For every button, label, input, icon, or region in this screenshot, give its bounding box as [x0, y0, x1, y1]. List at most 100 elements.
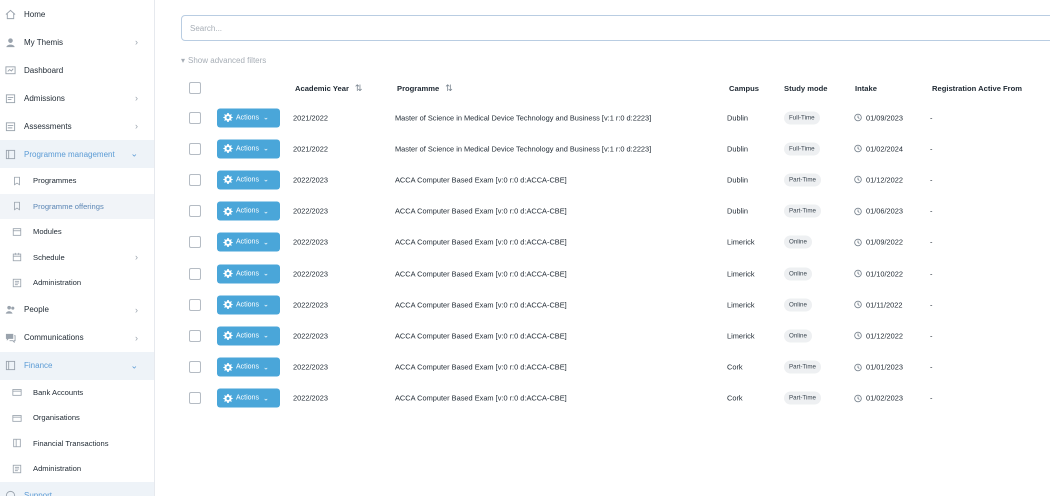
sort-icon[interactable]: ⇅	[445, 83, 453, 94]
intake-cell: 01/12/2022	[854, 331, 903, 340]
academic-year-cell: 2022/2023	[293, 300, 328, 310]
search-input[interactable]	[181, 15, 1050, 41]
sidebar-item-label: Schedule	[33, 252, 65, 262]
clock-icon	[854, 144, 862, 153]
home-icon	[4, 8, 16, 20]
intake-cell: 01/01/2023	[854, 363, 903, 372]
chevron-right-icon: ›	[135, 252, 138, 263]
column-header-academic-year[interactable]: Academic Year ⇅	[295, 78, 362, 98]
gear-icon	[223, 237, 233, 247]
row-checkbox[interactable]	[189, 267, 201, 280]
sidebar-item-organisations[interactable]: Organisations	[0, 405, 154, 431]
actions-button[interactable]: Actions ⌄	[217, 295, 280, 315]
sidebar-item-assessments[interactable]: Assessments ›	[0, 112, 154, 140]
sidebar-item-communications[interactable]: Communications ›	[0, 324, 154, 352]
sidebar-item-dashboard[interactable]: Dashboard	[0, 56, 154, 84]
actions-button[interactable]: Actions ⌄	[217, 388, 280, 408]
row-checkbox[interactable]	[189, 205, 201, 218]
programme-cell: ACCA Computer Based Exam [v:0 r:0 d:ACCA…	[395, 175, 567, 185]
sidebar-item-label: Organisations	[33, 413, 80, 423]
sidebar-item-bank-accounts[interactable]: Bank Accounts	[0, 380, 154, 406]
chevron-down-icon: ⌄	[262, 270, 269, 278]
campus-cell: Limerick	[727, 300, 755, 310]
study-mode-badge: Part-Time	[784, 391, 821, 405]
chevron-right-icon: ›	[135, 37, 138, 47]
row-checkbox[interactable]	[189, 111, 201, 124]
study-mode-badge: Online	[784, 267, 812, 280]
campus-cell: Dublin	[727, 175, 748, 185]
sidebar-item-programme-management[interactable]: Programme management ⌄	[0, 140, 154, 168]
actions-label: Actions	[236, 145, 259, 153]
sidebar-item-support[interactable]: Support ⌄	[0, 481, 154, 496]
chevron-down-icon: ⌄	[262, 332, 269, 340]
finance-icon	[4, 360, 16, 372]
row-checkbox[interactable]	[189, 361, 201, 374]
actions-button[interactable]: Actions ⌄	[217, 232, 280, 252]
sidebar-item-admissions[interactable]: Admissions ›	[0, 84, 154, 112]
select-all-checkbox[interactable]	[189, 82, 201, 94]
sidebar-item-label: Communications	[24, 333, 84, 342]
user-icon	[4, 36, 16, 48]
programme-cell: ACCA Computer Based Exam [v:0 r:0 d:ACCA…	[395, 393, 567, 403]
registration-active-from-cell: -	[930, 300, 933, 310]
row-checkbox[interactable]	[189, 142, 201, 155]
actions-button[interactable]: Actions ⌄	[217, 108, 280, 127]
sidebar-item-administration[interactable]: Administration	[0, 270, 154, 296]
row-checkbox[interactable]	[189, 298, 201, 311]
intake-cell: 01/02/2023	[854, 394, 903, 403]
intake-date: 01/02/2023	[866, 393, 903, 403]
campus-cell: Limerick	[727, 331, 755, 341]
sidebar-item-label: Assessments	[24, 121, 72, 131]
gear-icon	[223, 393, 233, 403]
sidebar-item-schedule[interactable]: Schedule ›	[0, 245, 154, 271]
chevron-right-icon: ›	[135, 332, 138, 343]
sidebar-item-home[interactable]: Home	[0, 0, 154, 28]
actions-button[interactable]: Actions ⌄	[217, 357, 280, 377]
actions-button[interactable]: Actions ⌄	[217, 170, 280, 190]
sidebar-item-label: My Themis	[24, 37, 63, 47]
actions-button[interactable]: Actions ⌄	[217, 326, 280, 346]
registration-active-from-cell: -	[930, 393, 933, 403]
intake-cell: 01/12/2022	[854, 175, 903, 184]
row-checkbox[interactable]	[189, 173, 201, 186]
registration-active-from-cell: -	[930, 113, 933, 122]
table-row: Actions ⌄ 2021/2022 Master of Science in Me…	[155, 102, 1050, 133]
column-header-programme[interactable]: Programme ⇅	[397, 78, 453, 98]
campus-cell: Dublin	[727, 144, 748, 154]
gear-icon	[223, 113, 233, 123]
actions-label: Actions	[236, 301, 259, 309]
sort-icon[interactable]: ⇅	[355, 83, 363, 94]
chevron-down-icon: ▾	[181, 56, 186, 65]
sidebar-item-modules[interactable]: Modules	[0, 219, 154, 245]
row-checkbox[interactable]	[189, 236, 201, 249]
academic-year-cell: 2022/2023	[293, 393, 328, 403]
people-icon	[4, 304, 16, 316]
study-mode-badge: Online	[784, 235, 812, 249]
sidebar-item-administration[interactable]: Administration	[0, 456, 154, 482]
sidebar-item-finance[interactable]: Finance ⌄	[0, 351, 154, 380]
intake-date: 01/09/2022	[866, 237, 903, 247]
sidebar-item-financial-transactions[interactable]: Financial Transactions	[0, 431, 154, 457]
programme-cell: ACCA Computer Based Exam [v:0 r:0 d:ACCA…	[395, 331, 567, 341]
study-mode-badge: Part-Time	[784, 204, 821, 218]
academic-year-cell: 2021/2022	[293, 113, 328, 122]
actions-label: Actions	[236, 238, 259, 246]
actions-button[interactable]: Actions ⌄	[217, 139, 280, 159]
programme-management-icon	[4, 148, 16, 160]
actions-button[interactable]: Actions ⌄	[217, 264, 280, 283]
row-checkbox[interactable]	[189, 329, 201, 342]
campus-cell: Cork	[727, 393, 743, 403]
sidebar-item-programme-offerings[interactable]: Programme offerings	[0, 193, 154, 219]
intake-date: 01/06/2023	[866, 206, 903, 216]
clock-icon	[854, 394, 862, 403]
sidebar-item-label: Programmes	[33, 176, 77, 186]
sidebar-item-people[interactable]: People ›	[0, 296, 154, 324]
sidebar-item-my-themis[interactable]: My Themis ›	[0, 28, 154, 56]
show-advanced-filters-link[interactable]: ▾ Show advanced filters	[181, 56, 266, 65]
actions-label: Actions	[236, 114, 259, 121]
sidebar-item-programmes[interactable]: Programmes	[0, 168, 154, 194]
registration-active-from-cell: -	[930, 175, 933, 185]
row-checkbox[interactable]	[189, 392, 201, 405]
assessments-icon	[4, 120, 16, 132]
actions-button[interactable]: Actions ⌄	[217, 201, 280, 221]
